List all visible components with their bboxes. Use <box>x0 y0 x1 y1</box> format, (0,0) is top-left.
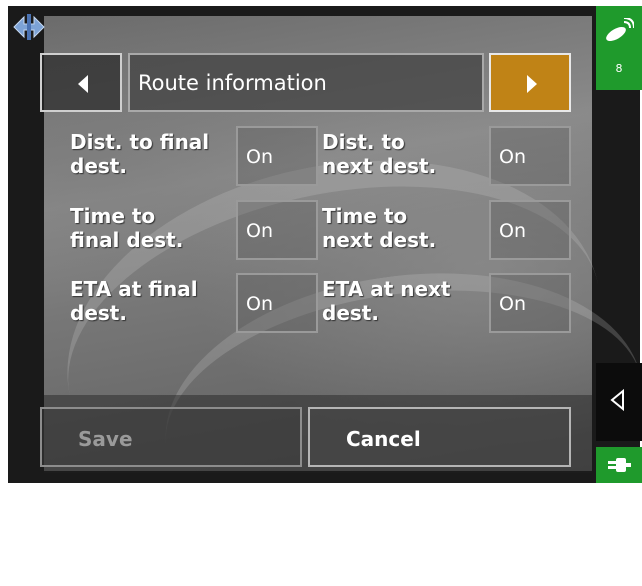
setting-label-dist-final: Dist. to final dest. <box>70 130 210 178</box>
setting-label-eta-final: ETA at final dest. <box>70 277 198 325</box>
setting-label-time-next: Time to next dest. <box>322 204 437 252</box>
setting-label-dist-next: Dist. to next dest. <box>322 130 437 178</box>
page-title-box: Route information <box>128 53 484 112</box>
power-plug-icon <box>608 458 631 472</box>
page-title: Route information <box>138 71 327 95</box>
toggle-time-final[interactable]: On <box>236 200 318 260</box>
gps-status-tile[interactable]: 8 <box>596 6 642 90</box>
save-button-label: Save <box>78 427 133 451</box>
next-page-button[interactable] <box>489 53 571 112</box>
cancel-button-label: Cancel <box>346 427 421 451</box>
left-arrow-icon <box>78 75 88 93</box>
compass-icon[interactable] <box>12 12 46 42</box>
satellite-count: 8 <box>615 62 623 75</box>
right-arrow-icon <box>527 75 537 93</box>
power-status-tile <box>596 447 642 483</box>
toggle-time-next[interactable]: On <box>489 200 571 260</box>
toggle-eta-next[interactable]: On <box>489 273 571 333</box>
previous-page-button[interactable] <box>40 53 122 112</box>
back-button[interactable] <box>596 363 642 441</box>
satellite-icon <box>606 18 634 41</box>
setting-label-time-final: Time to final dest. <box>70 204 184 252</box>
toggle-eta-final[interactable]: On <box>236 273 318 333</box>
toggle-dist-next[interactable]: On <box>489 126 571 186</box>
toggle-dist-final[interactable]: On <box>236 126 318 186</box>
save-button[interactable]: Save <box>40 407 302 467</box>
back-triangle-icon <box>610 389 624 411</box>
cancel-button[interactable]: Cancel <box>308 407 571 467</box>
setting-label-eta-next: ETA at next dest. <box>322 277 451 325</box>
